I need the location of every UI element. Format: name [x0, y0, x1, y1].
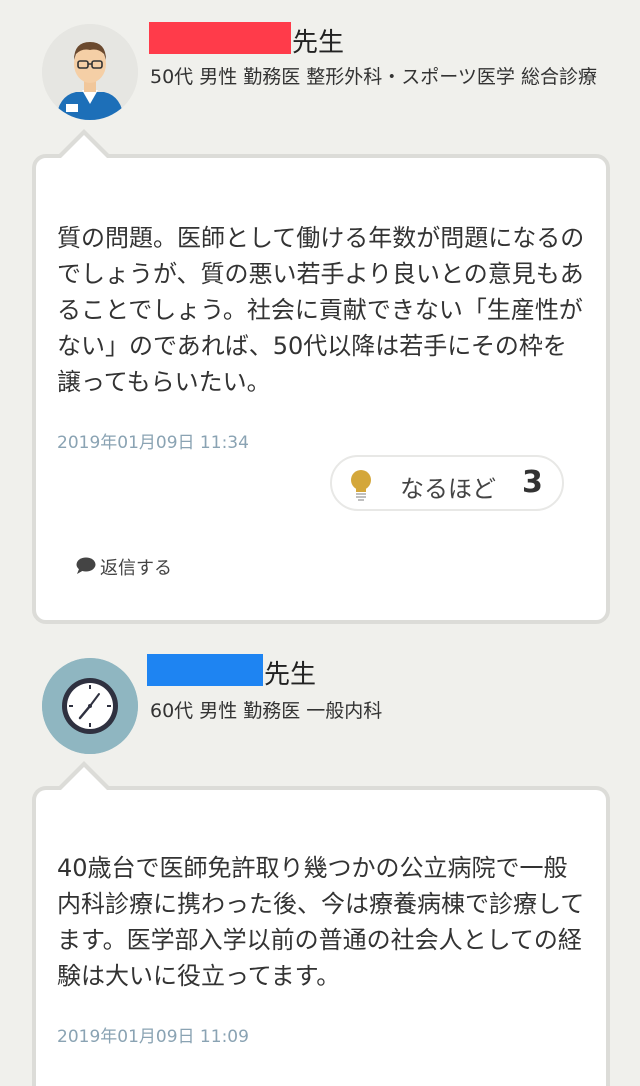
redacted-doctor-name	[147, 654, 263, 686]
doctor-title-suffix: 先生	[264, 660, 317, 690]
naruhodo-count: 3	[522, 465, 543, 500]
card-pointer	[56, 129, 112, 158]
card-pointer	[56, 761, 112, 790]
naruhodo-label: なるほど	[400, 475, 496, 503]
comment-1: 先生 50代 男性 勤務医 整形外科・スポーツ医学 総合診療 質の問題。医師とし…	[0, 0, 640, 640]
comment-body: 40歳台で医師免許取り幾つかの公立病院で一般内科診療に携わった後、今は療養病棟で…	[57, 854, 585, 990]
comment-body: 質の問題。医師として働ける年数が問題になるのでしょうが、質の悪い若手より良いとの…	[57, 224, 585, 396]
comment-timestamp: 2019年01月09日 11:09	[57, 1027, 249, 1047]
reply-label: 返信する	[100, 558, 172, 579]
comment-2: 先生 60代 男性 勤務医 一般内科 40歳台で医師免許取り幾つかの公立病院で一…	[0, 640, 640, 1086]
doctor-avatar-icon	[42, 24, 138, 120]
clock-avatar-icon	[42, 658, 138, 754]
speech-bubble-icon	[76, 557, 96, 579]
naruhodo-button[interactable]: なるほど 3	[330, 455, 564, 511]
comment-timestamp: 2019年01月09日 11:34	[57, 433, 249, 453]
lightbulb-icon	[348, 468, 374, 506]
redacted-doctor-name	[149, 22, 291, 54]
doctor-title-suffix: 先生	[292, 28, 345, 58]
doctor-profile: 60代 男性 勤務医 一般内科	[150, 700, 383, 722]
doctor-profile: 50代 男性 勤務医 整形外科・スポーツ医学 総合診療	[150, 66, 597, 88]
